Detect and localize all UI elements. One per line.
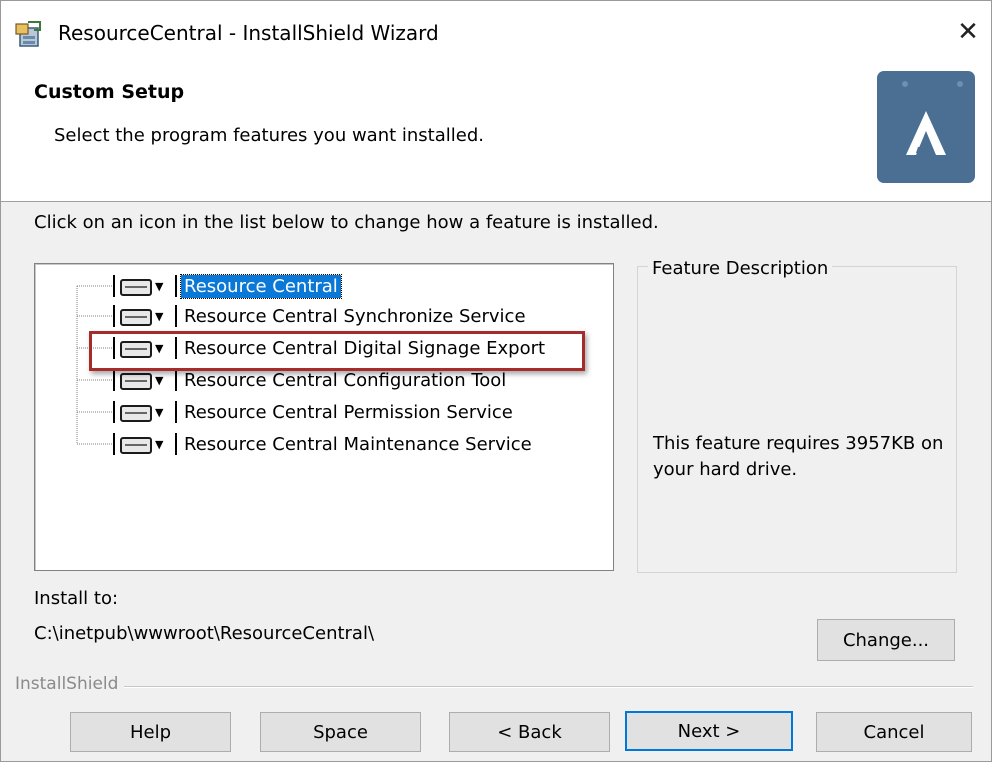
feature-tree[interactable]: ▼ Resource Central ▼ Resource Central Sy… — [34, 263, 614, 571]
next-button[interactable]: Next > — [625, 711, 793, 751]
dropdown-arrow-icon: ▼ — [155, 406, 164, 419]
feature-install-dropdown[interactable]: ▼ — [113, 273, 177, 299]
feature-label[interactable]: Resource Central — [180, 273, 342, 299]
feature-label[interactable]: Resource Central Synchronize Service — [181, 305, 529, 328]
installer-window: ResourceCentral - InstallShield Wizard ✕… — [0, 0, 992, 762]
install-path: C:\inetpub\wwwroot\ResourceCentral\ — [34, 623, 375, 644]
feature-row: ▼ Resource Central Maintenance Service — [113, 429, 535, 459]
title-bar: ResourceCentral - InstallShield Wizard ✕ — [1, 1, 991, 63]
feature-install-dropdown[interactable]: ▼ — [113, 431, 177, 457]
change-button[interactable]: Change... — [817, 619, 955, 661]
help-button[interactable]: Help — [70, 712, 231, 752]
feature-description-text: This feature requires 3957KB on your har… — [653, 433, 944, 480]
feature-label[interactable]: Resource Central Maintenance Service — [181, 433, 535, 456]
page-subtitle: Select the program features you want ins… — [54, 125, 484, 146]
back-button[interactable]: < Back — [449, 712, 610, 752]
feature-row: ▼ Resource Central Synchronize Service — [113, 301, 529, 331]
hard-drive-icon — [120, 405, 152, 422]
installer-icon — [15, 21, 41, 47]
dropdown-arrow-icon: ▼ — [155, 374, 164, 387]
close-button[interactable]: ✕ — [945, 1, 991, 63]
feature-install-dropdown[interactable]: ▼ — [113, 303, 177, 329]
cancel-button[interactable]: Cancel — [816, 712, 972, 752]
hard-drive-icon — [120, 373, 152, 390]
wizard-header: Custom Setup Select the program features… — [1, 63, 991, 202]
space-button[interactable]: Space — [260, 712, 421, 752]
dropdown-arrow-icon: ▼ — [155, 280, 164, 293]
feature-description-group — [637, 266, 957, 573]
close-icon: ✕ — [957, 17, 979, 47]
feature-description-legend: Feature Description — [648, 258, 833, 279]
hard-drive-icon — [120, 437, 152, 454]
page-title: Custom Setup — [34, 81, 185, 103]
hard-drive-icon — [120, 309, 152, 326]
resource-central-logo — [877, 71, 975, 183]
hard-drive-icon — [120, 279, 152, 296]
dropdown-arrow-icon: ▼ — [155, 438, 164, 451]
window-title: ResourceCentral - InstallShield Wizard — [58, 21, 439, 45]
install-to-label: Install to: — [34, 588, 119, 609]
logo-glyph-icon — [906, 111, 946, 155]
feature-label[interactable]: Resource Central Permission Service — [181, 401, 516, 424]
dropdown-arrow-icon: ▼ — [155, 310, 164, 323]
feature-label[interactable]: Resource Central Configuration Tool — [181, 369, 509, 392]
feature-row: ▼ Resource Central Permission Service — [113, 397, 516, 427]
highlight-annotation — [89, 331, 585, 371]
feature-install-dropdown[interactable]: ▼ — [113, 399, 177, 425]
installshield-label: InstallShield — [15, 674, 125, 694]
instruction-text: Click on an icon in the list below to ch… — [34, 212, 659, 233]
installshield-divider — [15, 686, 973, 688]
feature-row: ▼ Resource Central — [113, 271, 342, 301]
